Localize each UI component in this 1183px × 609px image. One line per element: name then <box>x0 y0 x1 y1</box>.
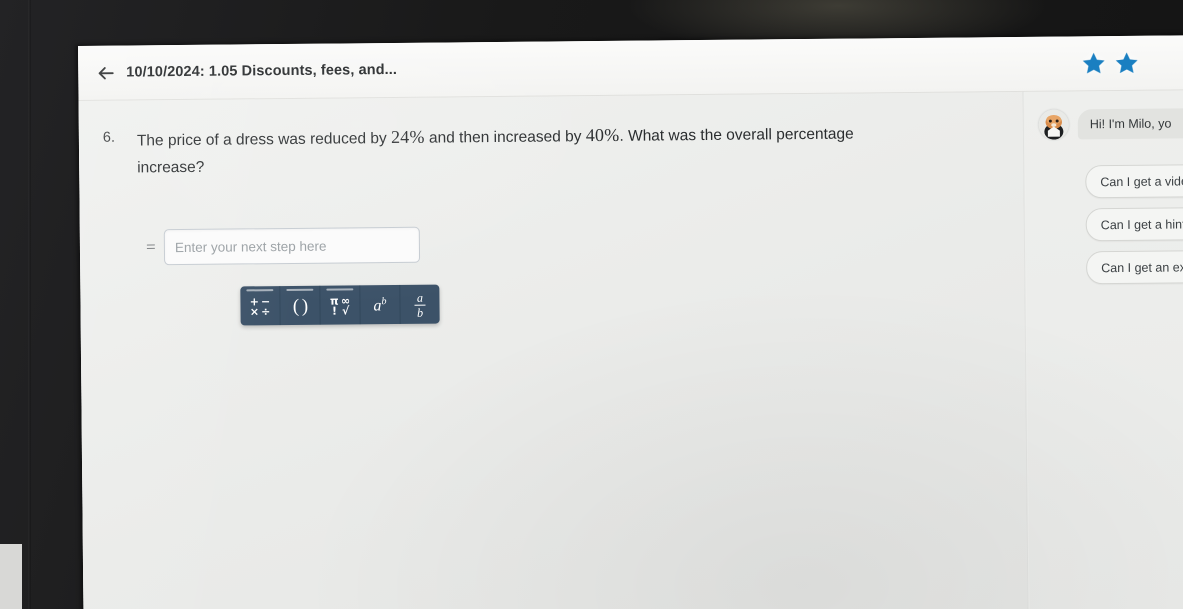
bezel-seam <box>28 0 31 609</box>
question-text: The price of a dress was reduced by 24% … <box>137 119 897 181</box>
worksheet-pane: 6. The price of a dress was reduced by 2… <box>78 91 1028 609</box>
math-toolbar-group: + − × ÷ ( ) π ∞! √ ab a b <box>240 284 440 326</box>
fraction-button[interactable]: ab <box>400 285 439 324</box>
star-icon <box>1113 49 1140 76</box>
suggestion-chip-example[interactable]: Can I get an ex <box>1086 249 1183 285</box>
screen-area: 10/10/2024: 1.05 Discounts, fees, and... <box>78 34 1183 609</box>
question-value-2: 40% <box>585 124 620 146</box>
fraction-icon: ab <box>414 291 426 320</box>
exponent-icon: ab <box>373 295 387 315</box>
milo-avatar <box>1038 109 1069 140</box>
back-arrow-icon <box>95 62 116 83</box>
app-window: 10/10/2024: 1.05 Discounts, fees, and... <box>78 34 1183 609</box>
assistant-greeting-row: Hi! I'm Milo, yo <box>1038 107 1183 140</box>
progress-stars <box>1080 49 1140 77</box>
header-spacer <box>397 63 1080 70</box>
assistant-greeting-bubble: Hi! I'm Milo, yo <box>1077 107 1183 140</box>
back-button[interactable] <box>90 58 120 88</box>
suggestion-chip-hint[interactable]: Can I get a hint <box>1085 206 1183 242</box>
question-text-part-1: The price of a dress was reduced by <box>136 129 392 150</box>
page-title: 10/10/2024: 1.05 Discounts, fees, and... <box>126 61 398 81</box>
content-split: 6. The price of a dress was reduced by 2… <box>78 89 1183 609</box>
suggestion-chip-video[interactable]: Can I get a vide <box>1085 163 1183 199</box>
parentheses-button[interactable]: ( ) <box>280 285 321 326</box>
operators-icon: + − × ÷ <box>249 295 271 319</box>
next-step-input[interactable] <box>163 226 421 266</box>
parentheses-icon: ( ) <box>292 295 308 317</box>
answer-entry-row: = <box>80 221 1024 266</box>
assistant-pane: Hi! I'm Milo, yo Can I get a vide Can I … <box>1024 89 1183 609</box>
assistant-suggestions: Can I get a vide Can I get a hint Can I … <box>1039 163 1183 285</box>
equals-sign: = <box>146 237 156 257</box>
symbols-button[interactable]: π ∞! √ <box>320 285 361 325</box>
symbols-icon: π ∞! √ <box>329 294 351 318</box>
photo-of-screen: 10/10/2024: 1.05 Discounts, fees, and... <box>0 0 1183 609</box>
operators-button[interactable]: + − × ÷ <box>240 286 281 326</box>
question-text-part-2: and then increased by <box>424 128 586 147</box>
background-white-strip <box>0 544 22 609</box>
question-value-1: 24% <box>390 126 425 147</box>
exponent-button[interactable]: ab <box>360 284 401 325</box>
question-block: 6. The price of a dress was reduced by 2… <box>79 114 1024 182</box>
star-icon <box>1080 50 1107 77</box>
question-number: 6. <box>102 129 116 146</box>
math-keyboard-toolbar: + − × ÷ ( ) π ∞! √ ab a b <box>80 279 1024 327</box>
